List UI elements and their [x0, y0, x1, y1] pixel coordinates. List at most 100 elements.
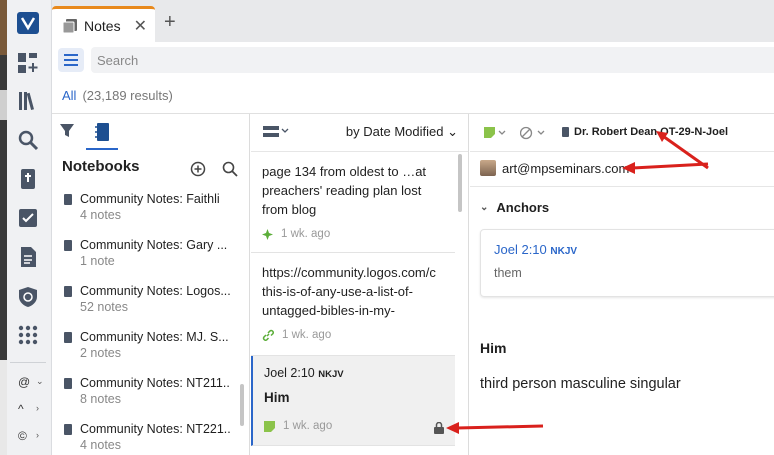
- author-row: art@mpseminars.com: [480, 160, 629, 176]
- notebook-count: 1 note: [80, 254, 115, 268]
- anchors-label: Anchors: [496, 200, 550, 215]
- mention-item[interactable]: @: [18, 375, 30, 389]
- notebook-count: 4 notes: [80, 208, 122, 222]
- note-text: page 134 from oldest to …at preachers' r…: [262, 164, 427, 217]
- notebook-title: Community Notes: MJ. S...: [80, 330, 229, 344]
- notebooks-scrollbar[interactable]: [240, 384, 244, 426]
- chevron-down-icon: ⌄: [480, 202, 489, 213]
- notebook-icon: [95, 123, 109, 141]
- note-line-1: https://community.logos.com/c: [262, 265, 436, 280]
- notebook-title: Community Notes: NT221...: [80, 422, 230, 436]
- notebook-item[interactable]: Community Notes: NT221... 4 notes: [52, 422, 242, 455]
- hamburger-icon: [64, 54, 78, 66]
- shield-icon[interactable]: [17, 286, 39, 308]
- search-icon[interactable]: [17, 129, 39, 151]
- tab-bar: Notes ✕ +: [52, 0, 774, 42]
- sparkle-icon: [262, 228, 273, 240]
- note-time: 1 wk. ago: [283, 420, 333, 432]
- close-tab-icon[interactable]: ✕: [134, 16, 147, 36]
- notebook-small-icon: [562, 127, 569, 137]
- search-input[interactable]: Search: [91, 47, 774, 73]
- notebook-title: Community Notes: NT211...: [80, 376, 230, 390]
- note-color-dropdown-icon[interactable]: [484, 127, 508, 139]
- note-item[interactable]: page 134 from oldest to …at preachers' r…: [251, 152, 455, 253]
- anchor-reference-link[interactable]: Joel 2:10 NKJV: [494, 242, 766, 257]
- note-title: Him: [264, 390, 290, 405]
- notebook-count: 52 notes: [80, 300, 128, 314]
- anchors-toggle[interactable]: ⌄ Anchors: [480, 200, 549, 215]
- view-mode-icon[interactable]: [263, 126, 289, 138]
- notebook-small-icon: [64, 332, 72, 343]
- menu-button[interactable]: [58, 48, 84, 72]
- chevron-right-icon[interactable]: ›: [36, 403, 39, 413]
- notebook-count: 8 notes: [80, 392, 122, 406]
- note-version: NKJV: [318, 369, 344, 380]
- notebooks-panel: Notebooks Community Notes: Faithli 4 not…: [52, 114, 250, 455]
- notebook-list: Community Notes: Faithli 4 notes Communi…: [52, 192, 242, 455]
- tab-notes[interactable]: Notes ✕: [52, 6, 155, 42]
- dashboard-icon[interactable]: [17, 52, 39, 74]
- note-line-2: this-is-of-any-use-a-list-of-: [262, 284, 413, 299]
- avatar: [480, 160, 496, 176]
- note-time: 1 wk. ago: [281, 228, 331, 240]
- note-item[interactable]: https://community.logos.com/c this-is-of…: [251, 253, 455, 356]
- note-color-icon: [264, 420, 275, 432]
- note-heading[interactable]: Him: [480, 340, 506, 356]
- notebook-count: 2 notes: [80, 346, 122, 360]
- search-row: Search: [52, 42, 774, 78]
- caret-item[interactable]: ^: [18, 402, 24, 416]
- tab-label: Notes: [84, 17, 121, 34]
- note-item-selected[interactable]: Joel 2:10 NKJV Him 1 wk. ago: [251, 356, 455, 446]
- background-strip: [0, 0, 7, 455]
- copyright-item[interactable]: ©: [18, 429, 27, 443]
- library-icon[interactable]: [17, 90, 39, 112]
- notebook-item[interactable]: Community Notes: Gary ... 1 note: [52, 238, 242, 284]
- notebook-small-icon: [64, 424, 72, 435]
- notebook-item[interactable]: Community Notes: MJ. S... 2 notes: [52, 330, 242, 376]
- note-line-3: untagged-bibles-in-my-: [262, 303, 395, 318]
- notes-icon: [62, 18, 77, 33]
- apps-grid-icon[interactable]: [17, 324, 39, 346]
- notebook-small-icon: [64, 240, 72, 251]
- bible-icon[interactable]: [17, 168, 39, 190]
- chevron-down-icon[interactable]: ⌄: [36, 376, 44, 387]
- notes-list-panel: by Date Modified ⌄ page 134 from oldest …: [251, 114, 469, 455]
- no-style-dropdown-icon[interactable]: [520, 126, 548, 140]
- app-rail: @ ^ © ⌄ › ›: [0, 0, 52, 455]
- notebook-title: Community Notes: Gary ...: [80, 238, 228, 252]
- search-notebooks-icon[interactable]: [222, 161, 238, 177]
- notebook-small-icon: [64, 286, 72, 297]
- anchor-quote: them: [494, 266, 522, 280]
- notes-scrollbar[interactable]: [458, 154, 462, 212]
- sort-dropdown[interactable]: by Date Modified ⌄: [346, 124, 458, 140]
- annotation-arrow-email: [622, 162, 709, 174]
- divider: [470, 186, 774, 187]
- notebook-item[interactable]: Community Notes: Logos... 52 notes: [52, 284, 242, 330]
- anchor-card[interactable]: Joel 2:10 NKJV them: [480, 229, 774, 297]
- notebook-item[interactable]: Community Notes: NT211... 8 notes: [52, 376, 242, 422]
- filter-icon[interactable]: [60, 124, 74, 138]
- notebook-title: Community Notes: Logos...: [80, 284, 230, 298]
- document-icon[interactable]: [17, 246, 39, 268]
- link-icon: [262, 329, 274, 341]
- notebook-item[interactable]: Community Notes: Faithli 4 notes: [52, 192, 242, 238]
- new-tab-button[interactable]: +: [164, 11, 176, 34]
- notebook-small-icon: [64, 194, 72, 205]
- note-time: 1 wk. ago: [282, 329, 332, 341]
- note-reference: Joel 2:10 NKJV: [264, 366, 445, 380]
- anchor-ref: Joel 2:10: [494, 242, 547, 257]
- notebook-count: 4 notes: [80, 438, 122, 452]
- chevron-right-icon-2[interactable]: ›: [36, 430, 39, 440]
- notebooks-tab[interactable]: [86, 116, 118, 150]
- checklist-icon[interactable]: [17, 207, 39, 229]
- results-row: All (23,189 results): [52, 78, 774, 114]
- note-body[interactable]: third person masculine singular: [480, 376, 681, 392]
- annotation-arrow-lock: [446, 422, 544, 434]
- notebook-title: Community Notes: Faithli: [80, 192, 220, 206]
- chevron-down-icon: ⌄: [447, 124, 458, 139]
- sort-label: by Date Modified: [345, 124, 444, 139]
- filter-all-link[interactable]: All: [62, 88, 76, 103]
- add-notebook-icon[interactable]: [190, 161, 206, 177]
- note-ref: Joel 2:10: [264, 366, 315, 380]
- logos-logo-icon[interactable]: [17, 12, 39, 34]
